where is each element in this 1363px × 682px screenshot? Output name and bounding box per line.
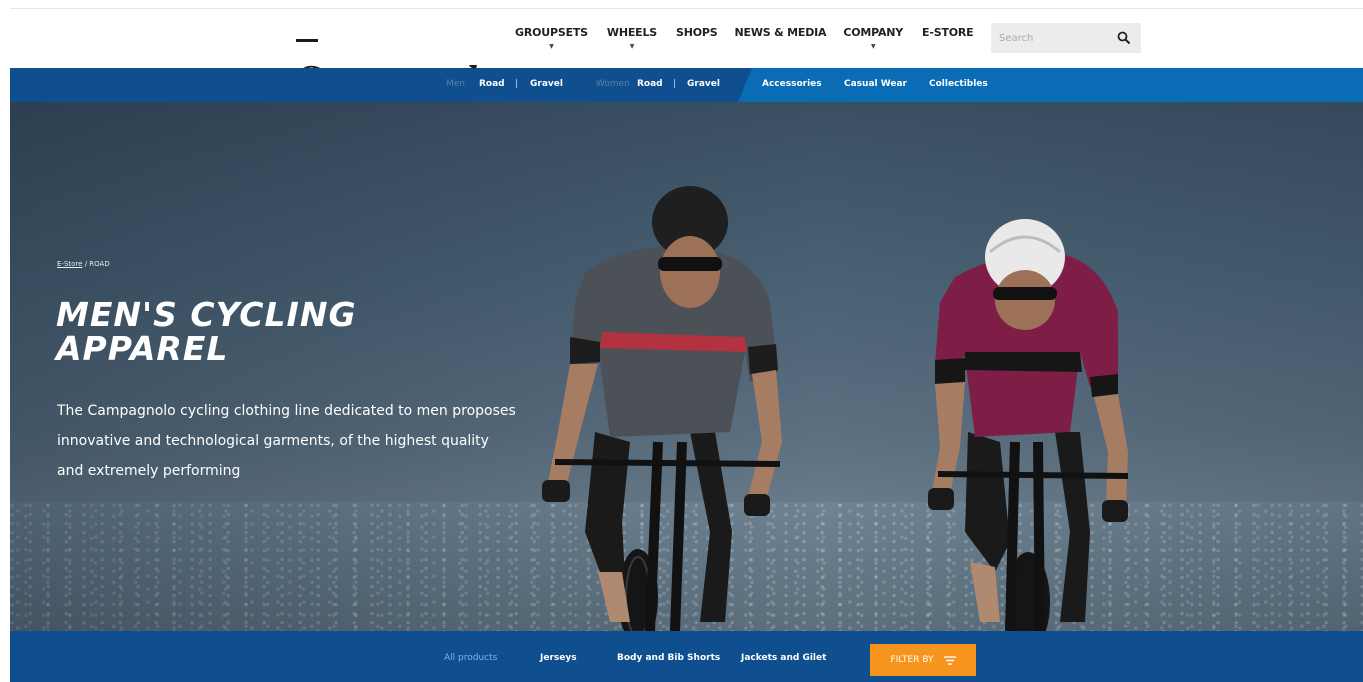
search-box bbox=[991, 23, 1141, 53]
nav-wheels-label: WHEELS bbox=[606, 26, 658, 39]
sub-nav-women-road[interactable]: Road bbox=[637, 79, 663, 89]
filter-lines-icon bbox=[943, 655, 956, 665]
breadcrumb-current: ROAD bbox=[89, 260, 110, 268]
filter-by-label: FILTER BY bbox=[890, 655, 934, 665]
hero-description-line3: and extremely performing bbox=[57, 463, 241, 479]
page-title: MEN'S CYCLING APPAREL bbox=[56, 298, 476, 366]
sub-nav-separator: | bbox=[673, 79, 677, 89]
category-filter-bar: All products Jerseys Body and Bib Shorts… bbox=[10, 631, 1363, 682]
nav-wheels[interactable]: WHEELS ▼ bbox=[606, 26, 658, 50]
category-jackets-gilet[interactable]: Jackets and Gilet bbox=[741, 653, 826, 663]
category-jerseys[interactable]: Jerseys bbox=[540, 653, 577, 663]
sub-nav-men-road[interactable]: Road bbox=[479, 79, 505, 89]
sub-nav-accent-panel bbox=[738, 68, 1363, 102]
sub-nav-accessories[interactable]: Accessories bbox=[762, 79, 822, 89]
breadcrumb: E-Store / ROAD bbox=[57, 260, 110, 268]
page-title-line1: MEN'S CYCLING bbox=[56, 295, 357, 334]
nav-shops-label: SHOPS bbox=[676, 26, 718, 39]
search-input[interactable] bbox=[999, 32, 1117, 44]
nav-company-label: COMPANY bbox=[843, 26, 904, 39]
hero-description: The Campagnolo cycling clothing line ded… bbox=[57, 396, 557, 486]
main-nav: GROUPSETS ▼ WHEELS ▼ SHOPS NEWS & MEDIA … bbox=[515, 26, 974, 50]
hero-banner: E-Store / ROAD MEN'S CYCLING APPAREL The… bbox=[10, 102, 1363, 631]
sub-nav-collectibles[interactable]: Collectibles bbox=[929, 79, 988, 89]
breadcrumb-separator: / bbox=[84, 260, 88, 268]
sub-nav-men-label: Men bbox=[446, 79, 466, 89]
sub-nav-casual-wear[interactable]: Casual Wear bbox=[844, 79, 907, 89]
sub-nav: Men Road | Gravel Women Road | Gravel Ac… bbox=[10, 68, 1363, 102]
chevron-down-icon: ▼ bbox=[629, 43, 635, 50]
nav-groupsets-label: GROUPSETS bbox=[515, 26, 588, 39]
sub-nav-women-gravel[interactable]: Gravel bbox=[687, 79, 720, 89]
sub-nav-women-label: Women bbox=[596, 79, 630, 89]
category-all-products[interactable]: All products bbox=[444, 653, 497, 663]
search-icon[interactable] bbox=[1117, 31, 1131, 45]
cyclist-right bbox=[928, 219, 1129, 631]
logo-dash bbox=[296, 38, 318, 42]
nav-news-media[interactable]: NEWS & MEDIA bbox=[735, 26, 827, 39]
nav-groupsets[interactable]: GROUPSETS ▼ bbox=[515, 26, 588, 50]
campagnolo-logo[interactable]: Campagnolo® bbox=[296, 19, 506, 96]
category-body-bib-shorts[interactable]: Body and Bib Shorts bbox=[617, 653, 720, 663]
site-header: Campagnolo® GROUPSETS ▼ WHEELS ▼ SHOPS N… bbox=[10, 8, 1363, 96]
breadcrumb-e-store[interactable]: E-Store bbox=[57, 260, 82, 268]
sub-nav-men-gravel[interactable]: Gravel bbox=[530, 79, 563, 89]
nav-e-store-label: E-STORE bbox=[922, 26, 974, 39]
hero-description-line1: The Campagnolo cycling clothing line ded… bbox=[57, 403, 516, 419]
nav-e-store[interactable]: E-STORE bbox=[922, 26, 974, 39]
page-title-line2: APPAREL bbox=[56, 329, 229, 368]
hero-description-line2: innovative and technological garments, o… bbox=[57, 433, 489, 449]
chevron-down-icon: ▼ bbox=[549, 43, 554, 50]
nav-shops[interactable]: SHOPS bbox=[676, 26, 718, 39]
filter-by-button[interactable]: FILTER BY bbox=[870, 644, 976, 676]
cyclist-left bbox=[542, 186, 782, 631]
nav-company[interactable]: COMPANY ▼ bbox=[843, 26, 904, 50]
sub-nav-separator: | bbox=[515, 79, 519, 89]
nav-news-media-label: NEWS & MEDIA bbox=[734, 26, 827, 39]
chevron-down-icon: ▼ bbox=[870, 43, 876, 50]
